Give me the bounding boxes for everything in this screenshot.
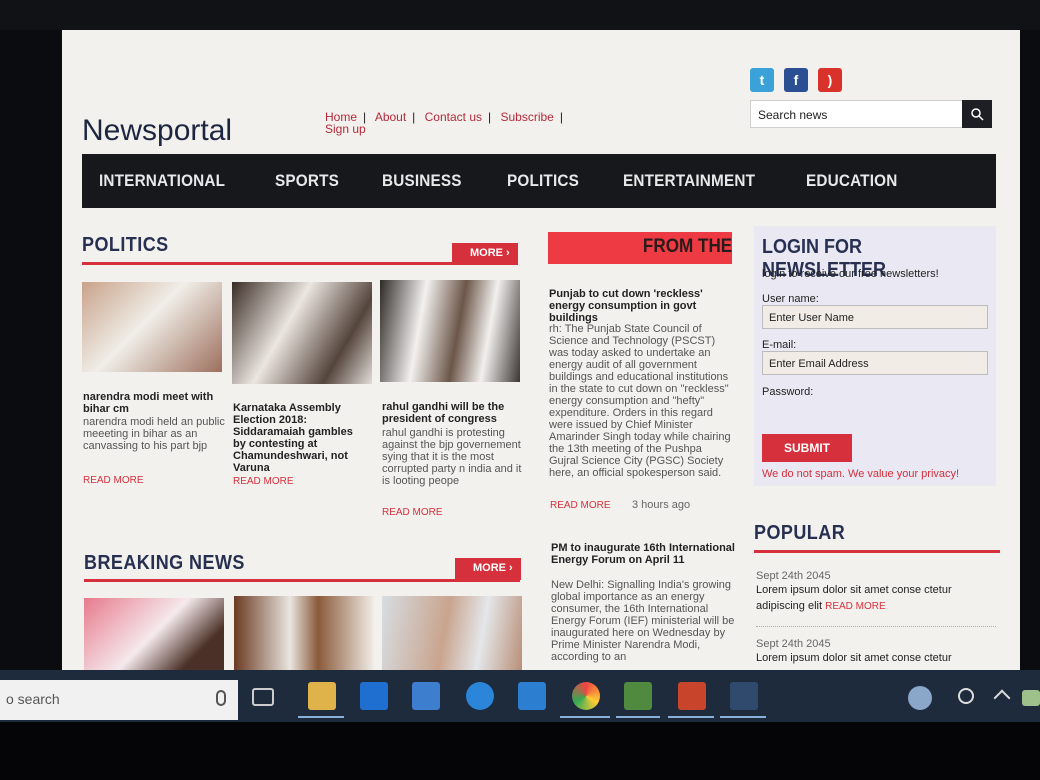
search-input[interactable]: Search news bbox=[750, 100, 992, 128]
site-logo[interactable]: Newsportal bbox=[82, 114, 232, 148]
twitter-icon[interactable]: t bbox=[750, 68, 774, 92]
social-links: t f ) bbox=[750, 68, 842, 92]
read-more-link[interactable]: READ MORE bbox=[382, 507, 443, 518]
chevron-up-icon[interactable] bbox=[993, 689, 1011, 707]
nav-politics[interactable]: POLITICS bbox=[507, 171, 579, 191]
monitor-bezel-bottom bbox=[0, 722, 1040, 780]
privacy-note: We do not spam. We value your privacy! bbox=[762, 468, 960, 480]
nav-education[interactable]: EDUCATION bbox=[806, 171, 897, 191]
read-more-link[interactable]: READ MORE bbox=[825, 601, 886, 612]
article-image[interactable] bbox=[380, 280, 520, 382]
active-indicator bbox=[668, 716, 714, 718]
article-title[interactable]: PM to inaugurate 16th International Ener… bbox=[551, 542, 735, 566]
store-icon[interactable] bbox=[412, 682, 440, 710]
main-nav: INTERNATIONAL SPORTS BUSINESS POLITICS E… bbox=[82, 154, 996, 208]
search-button[interactable] bbox=[962, 100, 992, 128]
email-field[interactable]: Enter Email Address bbox=[762, 351, 988, 375]
active-indicator bbox=[560, 716, 610, 718]
politics-title: POLITICS bbox=[82, 234, 169, 256]
taskbar-search[interactable]: o search bbox=[0, 680, 238, 720]
article-summary: New Delhi: Signalling India's growing gl… bbox=[551, 579, 735, 663]
article-image[interactable] bbox=[232, 282, 372, 384]
browser-viewport: t f ) Search news Newsportal Home | About… bbox=[62, 30, 1020, 670]
spreadsheet-icon[interactable] bbox=[624, 682, 652, 710]
article-image[interactable] bbox=[234, 596, 374, 670]
nav-sports[interactable]: SPORTS bbox=[275, 171, 339, 191]
active-indicator bbox=[298, 716, 344, 718]
weather-icon[interactable] bbox=[518, 682, 546, 710]
article-image[interactable] bbox=[82, 282, 222, 372]
article-title[interactable]: rahul gandhi will be the president of co… bbox=[382, 401, 518, 425]
rss-icon[interactable]: ) bbox=[818, 68, 842, 92]
facebook-icon[interactable]: f bbox=[784, 68, 808, 92]
article-image[interactable] bbox=[382, 596, 522, 670]
file-explorer-icon[interactable] bbox=[308, 682, 336, 710]
breaking-more-button[interactable]: MORE › bbox=[455, 558, 521, 580]
article-time: 3 hours ago bbox=[632, 499, 691, 511]
taskbar: o search bbox=[0, 670, 1040, 722]
nav-entertainment[interactable]: ENTERTAINMENT bbox=[623, 171, 755, 191]
submit-button[interactable]: SUBMIT bbox=[762, 434, 852, 462]
tray-icon[interactable] bbox=[1022, 690, 1040, 706]
nav-business[interactable]: BUSINESS bbox=[382, 171, 462, 191]
popular-item[interactable]: Lorem ipsum dolor sit amet conse ctetur bbox=[756, 650, 996, 666]
article-title[interactable]: Punjab to cut down 'reckless' energy con… bbox=[549, 288, 729, 324]
popular-rule bbox=[754, 550, 1000, 553]
link-contact[interactable]: Contact us bbox=[425, 110, 482, 124]
monitor-bezel-top bbox=[0, 0, 1040, 30]
search-icon bbox=[971, 108, 984, 121]
article-title[interactable]: narendra modi meet with bihar cm bbox=[83, 391, 223, 415]
read-more-link[interactable]: READ MORE bbox=[550, 500, 611, 511]
popular-title: POPULAR bbox=[754, 522, 846, 544]
newsletter-login-box: LOGIN FOR NEWSLETTER login to receive ou… bbox=[754, 226, 996, 486]
link-about[interactable]: About bbox=[375, 110, 406, 124]
powerpoint-icon[interactable] bbox=[678, 682, 706, 710]
nav-international[interactable]: INTERNATIONAL bbox=[99, 171, 225, 191]
people-icon[interactable] bbox=[958, 688, 974, 704]
breaking-title: BREAKING NEWS bbox=[84, 552, 245, 574]
popular-date: Sept 24th 2045 bbox=[756, 570, 831, 582]
active-indicator bbox=[616, 716, 660, 718]
read-more-link[interactable]: READ MORE bbox=[233, 476, 294, 487]
read-more-link[interactable]: READ MORE bbox=[83, 475, 144, 486]
active-indicator bbox=[720, 716, 766, 718]
newsletter-subtitle: login to receive our free newsletters! bbox=[762, 268, 939, 280]
top-links: Home | About | Contact us | Subscribe | Sign… bbox=[325, 110, 563, 136]
password-label: Password: bbox=[762, 386, 814, 398]
dropbox-icon[interactable] bbox=[360, 682, 388, 710]
username-label: User name: bbox=[762, 293, 819, 305]
username-field[interactable]: Enter User Name bbox=[762, 305, 988, 329]
divider bbox=[756, 626, 996, 627]
microphone-icon[interactable] bbox=[216, 690, 226, 706]
chrome-icon[interactable] bbox=[572, 682, 600, 710]
popular-date: Sept 24th 2045 bbox=[756, 638, 831, 650]
politics-more-button[interactable]: MORE › bbox=[452, 243, 518, 265]
edge-icon[interactable] bbox=[466, 682, 494, 710]
link-signup[interactable]: Sign up bbox=[325, 122, 366, 136]
help-icon[interactable] bbox=[908, 686, 932, 710]
article-summary: rh: The Punjab State Council of Science … bbox=[549, 323, 731, 479]
article-summary: rahul gandhi is protesting against the b… bbox=[382, 427, 522, 487]
task-view-icon[interactable] bbox=[252, 688, 274, 706]
email-label: E-mail: bbox=[762, 339, 797, 351]
popular-item[interactable]: Lorem ipsum dolor sit amet conse ctetur … bbox=[756, 582, 996, 615]
from-the-banner: FROM THE bbox=[548, 232, 732, 264]
photos-icon[interactable] bbox=[730, 682, 758, 710]
link-subscribe[interactable]: Subscribe bbox=[500, 110, 553, 124]
article-summary: narendra modi held an public meeeting in… bbox=[83, 416, 225, 452]
search-placeholder: Search news bbox=[758, 108, 828, 122]
article-image[interactable] bbox=[84, 598, 224, 670]
article-title[interactable]: Karnataka Assembly Election 2018: Siddar… bbox=[233, 402, 367, 474]
